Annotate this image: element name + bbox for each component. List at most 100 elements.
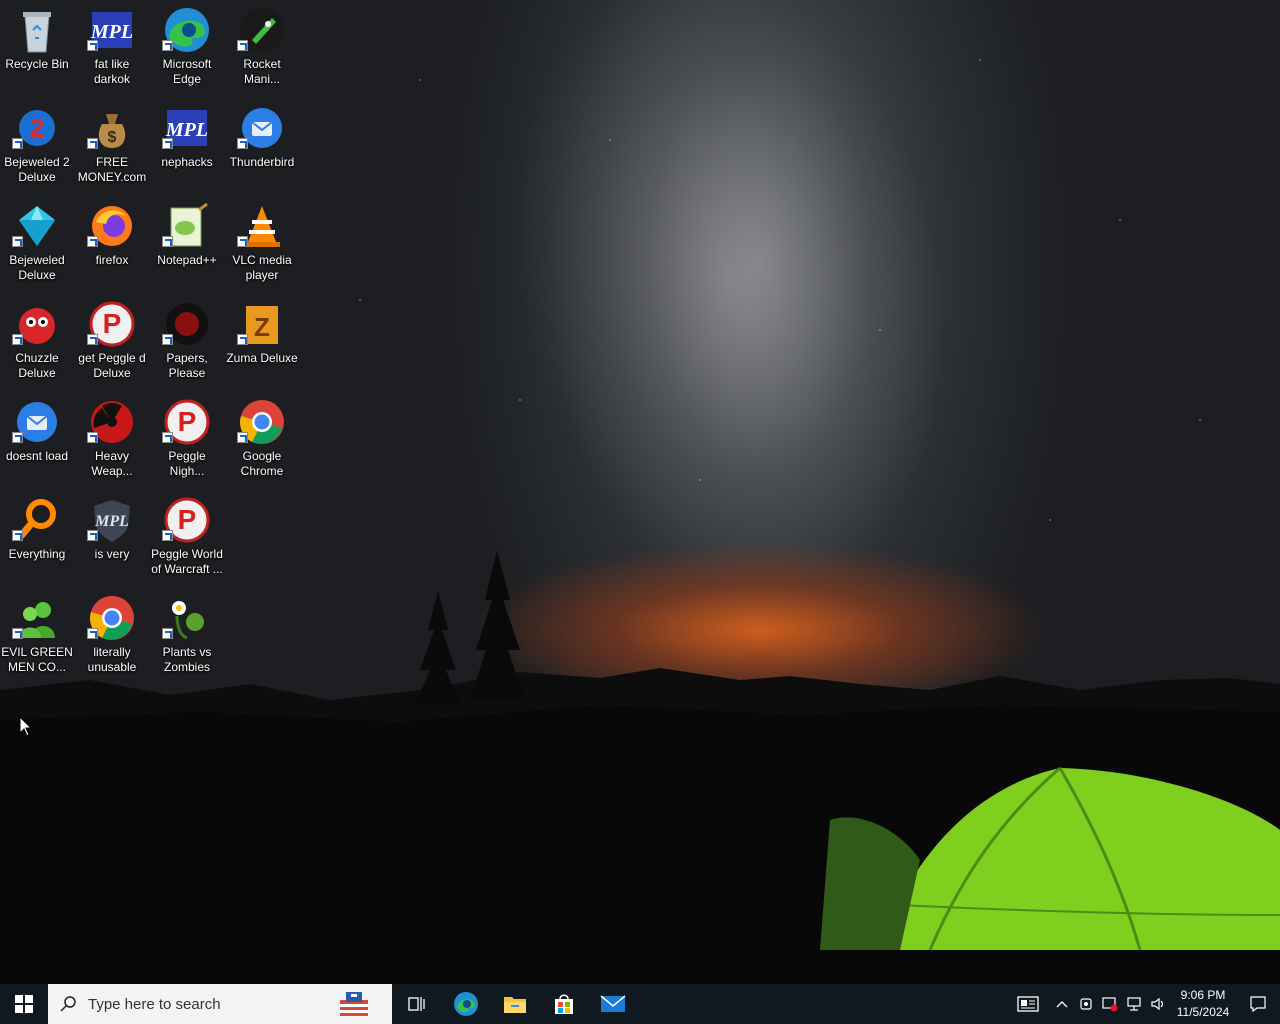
shortcut-arrow-icon	[237, 334, 248, 345]
edge-icon	[453, 992, 478, 1016]
tray-network[interactable]	[1122, 984, 1146, 1024]
shortcut-arrow-icon	[12, 530, 23, 541]
search-icon	[60, 996, 76, 1012]
desktop-icon-label: nephacks	[161, 155, 213, 169]
desktop-icon[interactable]: Rocket Mani...	[225, 0, 299, 96]
taskbar-store[interactable]	[539, 984, 588, 1024]
desktop-icon-label: fat like darkok	[93, 57, 131, 86]
desktop-icon-label: FREE MONEY.com	[77, 155, 147, 184]
desktop-wallpaper: Recycle Bin MPL fat like darkok Microsoft E…	[0, 0, 1280, 984]
desktop-icon[interactable]: Z Zuma Deluxe	[225, 294, 299, 390]
task-view-icon	[407, 997, 425, 1011]
taskbar-edge[interactable]	[441, 984, 490, 1024]
svg-text:P: P	[178, 504, 197, 535]
desktop-icon-label: Bejeweled Deluxe	[9, 253, 65, 282]
clock-time: 9:06 PM	[1180, 988, 1226, 1002]
desktop-icon-label: VLC media player	[232, 253, 292, 282]
desktop-icon-label: doesnt load	[5, 449, 69, 463]
desktop-icon[interactable]: Chuzzle Deluxe	[0, 294, 74, 390]
shortcut-arrow-icon	[162, 628, 173, 639]
search-highlight-icon	[340, 992, 368, 1016]
shortcut-arrow-icon	[237, 40, 248, 51]
shortcut-arrow-icon	[87, 530, 98, 541]
mail-icon	[600, 995, 625, 1012]
task-view-button[interactable]	[392, 984, 441, 1024]
action-center-button[interactable]	[1236, 984, 1280, 1024]
desktop-icon-label: Thunderbird	[229, 155, 295, 169]
desktop-icon[interactable]: Heavy Weap...	[75, 392, 149, 488]
volume-icon	[1151, 997, 1164, 1011]
desktop-icon[interactable]: Thunderbird	[225, 98, 299, 194]
store-icon	[554, 994, 573, 1014]
shortcut-arrow-icon	[12, 236, 23, 247]
news-widget-button[interactable]	[1006, 984, 1050, 1024]
shortcut-arrow-icon	[87, 628, 98, 639]
desktop-icon[interactable]: MPL fat like darkok	[75, 0, 149, 96]
start-button[interactable]	[0, 984, 48, 1024]
desktop-icon-label: get Peggle d Deluxe	[78, 351, 146, 380]
desktop-icon[interactable]: P Peggle Nigh...	[150, 392, 224, 488]
tray-webcam[interactable]	[1074, 984, 1098, 1024]
desktop-icon-label: Rocket Mani...	[243, 57, 281, 86]
desktop-icon[interactable]: P Peggle World of Warcraft ...	[150, 490, 224, 586]
network-icon	[1127, 997, 1141, 1011]
desktop-icon[interactable]: 2 Bejeweled 2 Deluxe	[0, 98, 74, 194]
desktop-icon[interactable]: literally unusable	[75, 588, 149, 684]
desktop-icon[interactable]: VLC media player	[225, 196, 299, 292]
desktop-icon[interactable]: Pget Peggle d Deluxe	[75, 294, 149, 390]
desktop-icon[interactable]: Microsoft Edge	[150, 0, 224, 96]
shortcut-arrow-icon	[237, 138, 248, 149]
windows-logo-icon	[15, 995, 33, 1013]
shortcut-arrow-icon	[12, 628, 23, 639]
recycle-bin-icon	[23, 12, 51, 53]
taskbar: 9:06 PM 11/5/2024	[0, 984, 1280, 1024]
file-explorer-icon	[503, 997, 526, 1013]
desktop-icon-label: Bejeweled 2 Deluxe	[4, 155, 70, 184]
svg-text:P: P	[103, 308, 122, 339]
desktop-icon-label: Microsoft Edge	[162, 57, 212, 86]
camera-icon	[1080, 998, 1092, 1010]
svg-text:MPL: MPL	[94, 513, 129, 530]
desktop-icon[interactable]: firefox	[75, 196, 149, 292]
show-hidden-icons-button[interactable]	[1050, 984, 1074, 1024]
desktop-icon[interactable]: Papers, Please	[150, 294, 224, 390]
shortcut-arrow-icon	[237, 236, 248, 247]
desktop-icon[interactable]: Google Chrome	[225, 392, 299, 488]
tray-security[interactable]	[1098, 984, 1122, 1024]
desktop-icon[interactable]: Plants vs Zombies	[150, 588, 224, 684]
taskbar-file-explorer[interactable]	[490, 984, 539, 1024]
desktop-icon[interactable]: $ FREE MONEY.com	[75, 98, 149, 194]
desktop-icon[interactable]: doesnt load	[0, 392, 74, 488]
shortcut-arrow-icon	[162, 432, 173, 443]
desktop-icon-label: is very	[94, 547, 130, 561]
desktop-icon[interactable]: Recycle Bin	[0, 0, 74, 96]
shortcut-arrow-icon	[87, 40, 98, 51]
tray-volume[interactable]	[1146, 984, 1170, 1024]
desktop-icon-label: Chuzzle Deluxe	[15, 351, 59, 380]
desktop-icon[interactable]: EVIL GREEN MEN CO...	[0, 588, 74, 684]
desktop-icon-label: Everything	[8, 547, 66, 561]
shortcut-arrow-icon	[162, 236, 173, 247]
svg-text:P: P	[178, 406, 197, 437]
desktop-icon[interactable]: Everything	[0, 490, 74, 586]
chevron-up-icon	[1056, 1001, 1068, 1008]
desktop-icon[interactable]: MPL nephacks	[150, 98, 224, 194]
svg-text:Z: Z	[254, 312, 270, 342]
desktop-icon-label: Zuma Deluxe	[226, 351, 298, 365]
desktop-icon[interactable]: Notepad++	[150, 196, 224, 292]
taskbar-mail[interactable]	[588, 984, 637, 1024]
taskbar-clock[interactable]: 9:06 PM 11/5/2024	[1170, 987, 1236, 1021]
taskbar-search[interactable]	[48, 984, 392, 1024]
shortcut-arrow-icon	[87, 236, 98, 247]
shortcut-arrow-icon	[87, 432, 98, 443]
desktop-icon[interactable]: MPL is very	[75, 490, 149, 586]
shortcut-arrow-icon	[162, 530, 173, 541]
shortcut-arrow-icon	[237, 432, 248, 443]
shortcut-arrow-icon	[87, 334, 98, 345]
desktop-icon[interactable]: Bejeweled Deluxe	[0, 196, 74, 292]
security-alert-icon	[1102, 997, 1118, 1012]
desktop-icon-label: Notepad++	[157, 253, 217, 267]
search-input[interactable]	[86, 994, 310, 1014]
desktop-icon-label: Google Chrome	[240, 449, 284, 478]
shortcut-arrow-icon	[12, 432, 23, 443]
